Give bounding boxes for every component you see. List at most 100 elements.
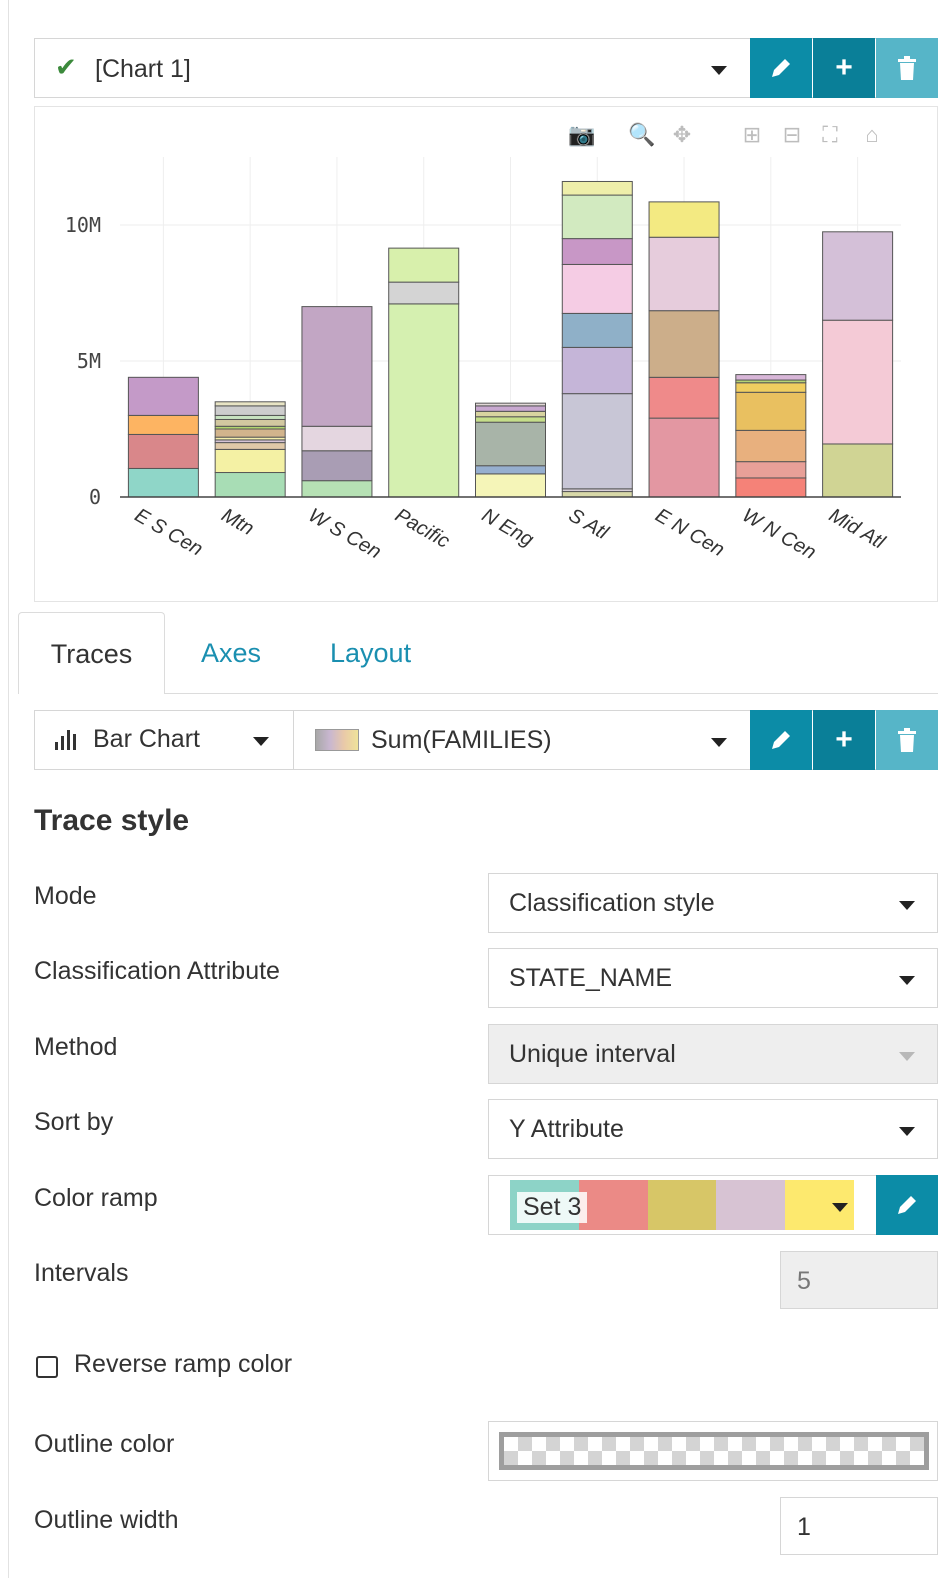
bar-segment bbox=[214, 418, 286, 427]
add-trace-button[interactable]: + bbox=[813, 710, 875, 770]
chart-panel: 0 5M 10M E S Cen Mtn W S Cen Pacific N Eng S Atl… bbox=[34, 106, 938, 602]
edit-color-ramp-button[interactable] bbox=[876, 1175, 938, 1235]
chart-modebar: 📷 🔍 ✥ ⊞ ⊟ ⛶ ⌂ bbox=[567, 121, 927, 149]
x-tick-label: W N Cen bbox=[738, 504, 819, 564]
bar-segment bbox=[214, 405, 286, 416]
plus-icon: + bbox=[835, 51, 853, 84]
x-tick-label: E S Cen bbox=[131, 504, 207, 560]
bar-segment bbox=[214, 428, 286, 438]
y-tick-label: 5M bbox=[77, 349, 101, 373]
chevron-down-icon[interactable] bbox=[711, 66, 727, 75]
bar-segment bbox=[475, 410, 546, 418]
left-border bbox=[8, 0, 9, 1578]
zoom-out-icon[interactable]: ⊟ bbox=[777, 121, 807, 149]
bar-segment bbox=[648, 201, 720, 238]
bar-segment bbox=[475, 465, 546, 475]
bar-segment bbox=[561, 180, 633, 196]
chart-selector[interactable]: ✔ [Chart 1] + bbox=[34, 38, 938, 98]
add-chart-button[interactable]: + bbox=[813, 38, 875, 98]
chevron-down-icon bbox=[253, 737, 269, 746]
bar-segment bbox=[561, 263, 633, 314]
x-tick-label: W S Cen bbox=[304, 504, 384, 563]
bar-segment bbox=[475, 405, 546, 412]
delete-chart-button[interactable] bbox=[876, 38, 938, 98]
bar-chart-icon bbox=[55, 730, 76, 750]
zoom-in-icon[interactable]: ⊞ bbox=[737, 121, 767, 149]
editor-tabs: Traces Axes Layout bbox=[18, 612, 938, 694]
bar-segment bbox=[648, 376, 720, 419]
bar-segment bbox=[475, 402, 546, 407]
bar-segment bbox=[388, 281, 460, 305]
bar-segment bbox=[214, 414, 286, 420]
sort-by-select[interactable]: Y Attribute bbox=[488, 1099, 938, 1159]
camera-icon[interactable]: 📷 bbox=[567, 121, 597, 149]
color-ramp-name: Set 3 bbox=[517, 1192, 588, 1223]
outline-width-value: 1 bbox=[797, 1513, 811, 1541]
trash-icon bbox=[898, 56, 916, 80]
bar-segment bbox=[301, 425, 373, 452]
chart-type-label: Bar Chart bbox=[93, 725, 200, 753]
bar-segment bbox=[475, 421, 546, 467]
bar-segment bbox=[301, 450, 373, 482]
bar-segment bbox=[735, 429, 807, 463]
zoom-icon[interactable]: 🔍 bbox=[627, 121, 657, 149]
trace-select-label[interactable]: Sum(FAMILIES) bbox=[371, 726, 552, 755]
bar-segment bbox=[127, 433, 199, 469]
tab-axes[interactable]: Axes bbox=[201, 612, 261, 694]
outline-width-input[interactable]: 1 bbox=[780, 1497, 938, 1555]
autoscale-icon[interactable]: ⛶ bbox=[815, 121, 845, 149]
reverse-ramp-checkbox[interactable] bbox=[36, 1356, 58, 1378]
check-icon: ✔ bbox=[55, 52, 77, 82]
home-icon[interactable]: ⌂ bbox=[857, 121, 887, 149]
chevron-down-icon bbox=[899, 1127, 915, 1136]
color-ramp-label: Color ramp bbox=[34, 1184, 158, 1212]
chevron-down-icon[interactable] bbox=[711, 738, 727, 747]
bar-segment bbox=[735, 382, 807, 393]
edit-trace-button[interactable] bbox=[750, 710, 812, 770]
ramp-color-cell bbox=[578, 1180, 648, 1230]
bar-segment bbox=[301, 480, 373, 498]
intervals-value: 5 bbox=[797, 1267, 811, 1295]
pencil-icon bbox=[772, 731, 790, 749]
x-tick-label: Mid Atl bbox=[825, 504, 889, 554]
bar-segment bbox=[127, 467, 199, 498]
method-value: Unique interval bbox=[509, 1040, 676, 1068]
x-tick-label: E N Cen bbox=[652, 504, 728, 561]
bar-chart[interactable]: 0 5M 10M E S Cen Mtn W S Cen Pacific N Eng S Atl… bbox=[35, 107, 937, 601]
bar-segment bbox=[561, 393, 633, 490]
reverse-ramp-label: Reverse ramp color bbox=[74, 1350, 293, 1378]
color-ramp-select[interactable]: Set 3 bbox=[488, 1175, 938, 1235]
bar-segment bbox=[735, 477, 807, 498]
bar-segment bbox=[301, 306, 373, 427]
bar-segment bbox=[822, 319, 894, 445]
bar-segment bbox=[214, 448, 286, 474]
mode-select[interactable]: Classification style bbox=[488, 873, 938, 933]
bar-segment bbox=[648, 417, 720, 498]
intervals-label: Intervals bbox=[34, 1259, 129, 1287]
trace-color-swatch bbox=[315, 729, 359, 751]
y-tick-label: 0 bbox=[89, 485, 101, 509]
pencil-icon bbox=[898, 1196, 916, 1214]
bar-segment bbox=[735, 461, 807, 479]
classification-attribute-select[interactable]: STATE_NAME bbox=[488, 948, 938, 1008]
tab-traces[interactable]: Traces bbox=[18, 612, 165, 694]
tab-layout[interactable]: Layout bbox=[330, 612, 411, 694]
pan-icon[interactable]: ✥ bbox=[667, 121, 697, 149]
bar-segment bbox=[648, 236, 720, 312]
bar-segment bbox=[214, 472, 286, 498]
delete-trace-button[interactable] bbox=[876, 710, 938, 770]
mode-label: Mode bbox=[34, 882, 97, 910]
trace-style-title: Trace style bbox=[34, 804, 190, 837]
bar-segment bbox=[648, 310, 720, 378]
bar-segment bbox=[735, 391, 807, 431]
outline-color-picker[interactable] bbox=[488, 1421, 938, 1481]
bar-segment bbox=[388, 303, 460, 498]
bar-segment bbox=[388, 247, 460, 283]
classification-attribute-label: Classification Attribute bbox=[34, 957, 280, 985]
chart-type-select[interactable]: Bar Chart bbox=[35, 710, 294, 770]
method-select: Unique interval bbox=[488, 1024, 938, 1084]
bar-segment bbox=[214, 442, 286, 450]
edit-chart-button[interactable] bbox=[750, 38, 812, 98]
bar-segment bbox=[127, 414, 199, 435]
bar-segment bbox=[561, 312, 633, 348]
